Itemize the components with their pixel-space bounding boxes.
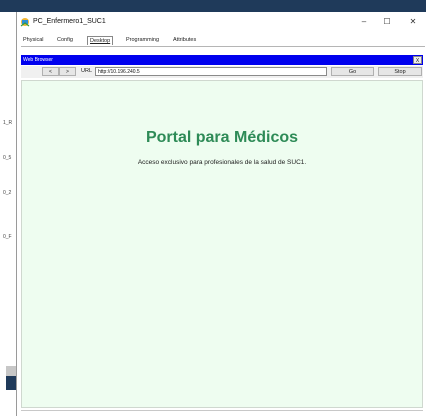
tab-divider [21, 46, 425, 47]
title-bar[interactable]: PC_Enfermero1_SUC1 – ☐ ✕ [17, 12, 426, 33]
desktop-dark-element [6, 376, 16, 390]
tab-programming[interactable]: Programming [124, 36, 161, 44]
desktop-label: 0_5 [3, 155, 12, 161]
close-button[interactable]: ✕ [402, 15, 424, 29]
desktop-left-panel: 1_R 0_5 0_2 0_F [0, 12, 16, 416]
go-button[interactable]: Go [331, 67, 374, 76]
window-bottom-border [21, 410, 423, 411]
web-page-content: Portal para Médicos Acceso exclusivo par… [21, 80, 423, 408]
page-subtitle: Acceso exclusivo para profesionales de l… [137, 159, 307, 166]
maximize-button[interactable]: ☐ [376, 15, 398, 29]
stop-button[interactable]: Stop [378, 67, 422, 76]
browser-close-button[interactable]: X [413, 56, 422, 64]
web-browser-title-bar: Web Browser X [21, 55, 423, 65]
tab-attributes[interactable]: Attributes [171, 36, 198, 44]
desktop-label: 0_F [3, 234, 12, 240]
minimize-button[interactable]: – [353, 15, 375, 29]
tab-desktop[interactable]: Desktop [87, 36, 114, 45]
packet-tracer-pc-icon [20, 18, 30, 27]
browser-toolbar: < > URL Go Stop [21, 66, 423, 78]
window-title: PC_Enfermero1_SUC1 [33, 18, 106, 25]
tab-config[interactable]: Config [55, 36, 75, 44]
app-window: PC_Enfermero1_SUC1 – ☐ ✕ Physical Config… [16, 12, 426, 416]
desktop-label: 0_2 [3, 190, 12, 196]
url-input[interactable] [95, 67, 327, 76]
desktop-top-bar [0, 0, 426, 12]
forward-button[interactable]: > [59, 67, 76, 76]
tab-bar: Physical Config Desktop Programming Attr… [17, 36, 426, 46]
web-browser-title: Web Browser [23, 57, 53, 63]
back-button[interactable]: < [42, 67, 59, 76]
page-heading: Portal para Médicos [145, 129, 299, 146]
desktop-scroll-element [6, 366, 16, 376]
desktop-label: 1_R [3, 120, 13, 126]
url-label: URL [81, 68, 93, 74]
tab-physical[interactable]: Physical [21, 36, 45, 44]
